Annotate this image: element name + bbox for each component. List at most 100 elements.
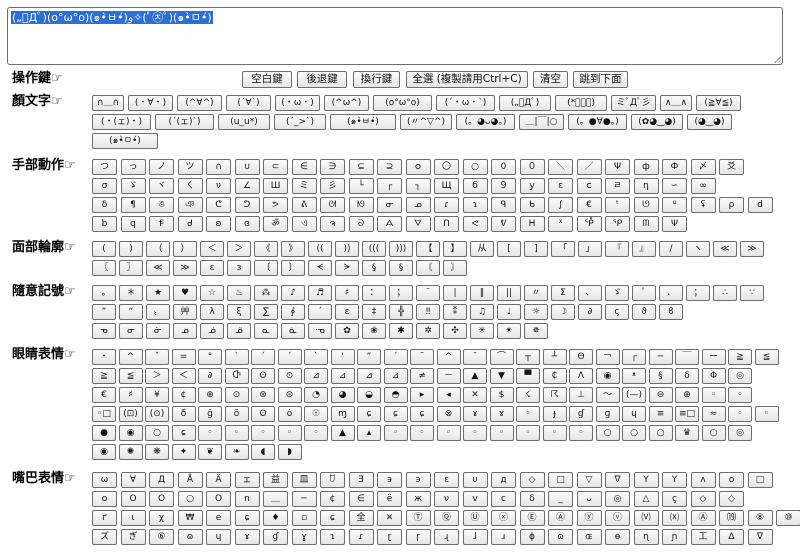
symbol-button[interactable]: ♩ bbox=[497, 304, 521, 320]
symbol-button[interactable]: ₩ bbox=[177, 510, 203, 526]
symbol-button[interactable]: ˋ bbox=[224, 349, 249, 365]
symbol-button[interactable]: ε bbox=[548, 178, 573, 194]
symbol-button[interactable]: ɠ bbox=[569, 406, 593, 422]
symbol-button[interactable]: д bbox=[491, 472, 516, 488]
symbol-button[interactable]: “ bbox=[119, 304, 143, 320]
symbol-button[interactable]: (´∀`) bbox=[226, 95, 271, 111]
symbol-button[interactable]: Ǝ bbox=[348, 472, 374, 488]
symbol-button[interactable]: ☈ bbox=[542, 387, 567, 403]
symbol-button[interactable]: ／ bbox=[576, 159, 602, 175]
symbol-button[interactable]: ≫ bbox=[740, 241, 764, 257]
symbol-button[interactable]: っ bbox=[120, 159, 146, 175]
symbol-button[interactable]: ┐ bbox=[405, 178, 431, 194]
resize-handle[interactable] bbox=[774, 56, 781, 63]
symbol-button[interactable]: ◉ bbox=[595, 368, 620, 384]
symbol-button[interactable]: ˊ bbox=[277, 349, 302, 365]
symbol-button[interactable]: ⑩ bbox=[776, 510, 800, 526]
symbol-button[interactable]: ‼ bbox=[416, 304, 440, 320]
symbol-button[interactable]: △ bbox=[633, 491, 659, 507]
symbol-button[interactable]: Ⓔ bbox=[519, 510, 545, 526]
symbol-button[interactable]: ｏ bbox=[405, 159, 431, 175]
symbol-button[interactable]: ∀ bbox=[120, 472, 146, 488]
symbol-button[interactable]: ɛ bbox=[335, 304, 359, 320]
symbol-button[interactable]: つ bbox=[92, 159, 117, 175]
symbol-button[interactable]: ɿ bbox=[320, 529, 345, 545]
symbol-button[interactable]: (。◕ᴗ◕。) bbox=[456, 114, 515, 130]
symbol-button[interactable]: (o°ω°o) bbox=[373, 95, 432, 111]
symbol-button[interactable]: ᕓ bbox=[491, 216, 516, 232]
symbol-button[interactable]: ≪ bbox=[146, 260, 170, 276]
symbol-button[interactable]: ❋ bbox=[145, 444, 169, 460]
symbol-button[interactable]: ＿ bbox=[263, 491, 288, 507]
symbol-button[interactable]: ঙ bbox=[149, 197, 174, 213]
symbol-button[interactable]: Ш bbox=[263, 178, 288, 194]
symbol-button[interactable]: ∂ bbox=[578, 304, 602, 320]
symbol-button[interactable]: ○ bbox=[595, 425, 620, 441]
symbol-button[interactable]: Ψ bbox=[662, 216, 687, 232]
symbol-button[interactable]: Ⓤ bbox=[462, 510, 488, 526]
symbol-button[interactable]: ⊥ bbox=[569, 387, 593, 403]
symbol-button[interactable]: ◦ bbox=[542, 425, 567, 441]
symbol-button[interactable]: ¥ bbox=[145, 387, 169, 403]
symbol-button[interactable]: ₵ bbox=[542, 368, 567, 384]
symbol-button[interactable]: ✴ bbox=[497, 323, 521, 339]
symbol-button[interactable]: ▲ bbox=[463, 368, 487, 384]
symbol-button[interactable]: ᕿ bbox=[605, 216, 630, 232]
symbol-button[interactable]: (〃^▽^) bbox=[400, 114, 452, 130]
symbol-button[interactable]: ◕ bbox=[330, 387, 355, 403]
symbol-button[interactable]: 」 bbox=[578, 241, 602, 257]
symbol-button[interactable]: ◒ bbox=[357, 387, 381, 403]
symbol-button[interactable]: ） bbox=[173, 241, 197, 257]
symbol-button[interactable]: ঞ bbox=[177, 197, 203, 213]
symbol-button[interactable]: ◗ bbox=[277, 444, 302, 460]
symbol-button[interactable]: ᕼ bbox=[519, 216, 545, 232]
symbol-button[interactable]: 、 bbox=[578, 285, 602, 301]
symbol-button[interactable]: ଏ bbox=[291, 216, 317, 232]
symbol-button[interactable]: ； bbox=[389, 285, 413, 301]
symbol-button[interactable]: 〖 bbox=[92, 260, 116, 276]
symbol-button[interactable]: ꇴ bbox=[320, 472, 345, 488]
symbol-button[interactable]: ‡ bbox=[362, 304, 386, 320]
symbol-button[interactable]: (^∀^) bbox=[177, 95, 222, 111]
symbol-button[interactable]: ♪ bbox=[281, 285, 305, 301]
symbol-button[interactable]: Ф bbox=[662, 159, 687, 175]
symbol-button[interactable]: („ﾟДﾟ) bbox=[499, 95, 551, 111]
symbol-button[interactable]: ✦ bbox=[171, 444, 196, 460]
symbol-button[interactable]: (´・ω・`) bbox=[436, 95, 495, 111]
symbol-button[interactable]: ㄹ bbox=[605, 178, 630, 194]
symbol-button[interactable]: ○ bbox=[145, 425, 169, 441]
symbol-button[interactable]: ¢ bbox=[171, 387, 196, 403]
symbol-button[interactable]: Y bbox=[633, 472, 659, 488]
symbol-button[interactable]: ˋ bbox=[304, 349, 328, 365]
symbol-button[interactable]: ⊿ bbox=[330, 368, 355, 384]
symbol-button[interactable]: ‖ bbox=[470, 285, 494, 301]
symbol-button[interactable]: ᘛ bbox=[320, 197, 345, 213]
symbol-button[interactable]: ((( bbox=[362, 241, 386, 257]
symbol-button[interactable]: ❦ bbox=[198, 444, 222, 460]
symbol-button[interactable]: ◦ bbox=[224, 425, 249, 441]
symbol-button[interactable]: ≫ bbox=[173, 260, 197, 276]
symbol-button[interactable]: ᕦ bbox=[206, 197, 231, 213]
symbol-button[interactable]: ⒱ bbox=[633, 510, 659, 526]
symbol-button[interactable]: [ bbox=[497, 241, 521, 257]
symbol-button[interactable]: § bbox=[389, 260, 413, 276]
symbol-button[interactable]: ɱ bbox=[330, 406, 355, 422]
symbol-button[interactable]: ○ bbox=[648, 425, 673, 441]
symbol-button[interactable]: O bbox=[120, 491, 146, 507]
symbol-button[interactable]: ᓑ bbox=[662, 197, 687, 213]
control-button[interactable]: 後退鍵 bbox=[297, 71, 347, 88]
symbol-button[interactable]: ᘐ bbox=[348, 216, 374, 232]
symbol-button[interactable]: ￣ bbox=[675, 349, 699, 365]
symbol-button[interactable]: ─ bbox=[648, 349, 673, 365]
symbol-button[interactable]: ≧ bbox=[728, 349, 752, 365]
control-button[interactable]: 全選 (複製請用Ctrl+C) bbox=[406, 71, 528, 88]
symbol-button[interactable]: ☽ bbox=[551, 304, 575, 320]
symbol-button[interactable]: ╬ bbox=[389, 304, 413, 320]
symbol-button[interactable]: ∞ bbox=[690, 178, 716, 194]
symbol-button[interactable]: ɤ bbox=[489, 406, 514, 422]
symbol-button[interactable]: ∋ bbox=[320, 159, 345, 175]
symbol-button[interactable]: ∩ bbox=[206, 159, 231, 175]
symbol-button[interactable]: (≧∀≦) bbox=[696, 95, 741, 111]
symbol-button[interactable]: (^ω^) bbox=[324, 95, 369, 111]
symbol-button[interactable]: ∪ bbox=[234, 159, 260, 175]
